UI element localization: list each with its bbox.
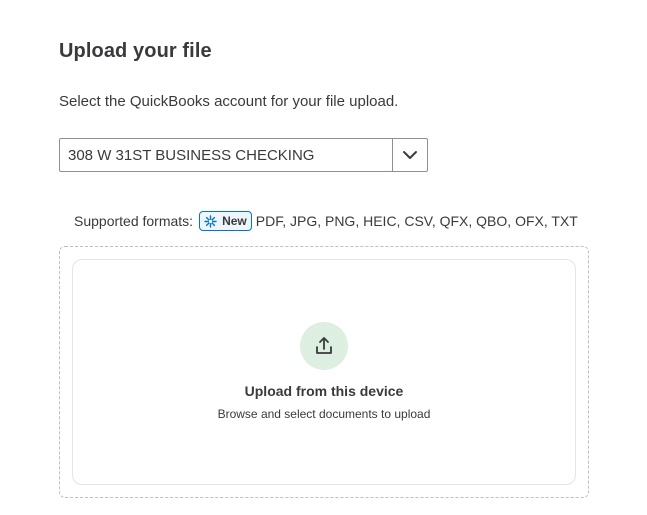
formats-label: Supported formats: [74,213,194,229]
upload-dropzone[interactable]: Upload from this device Browse and selec… [72,259,576,485]
account-select-value: 308 W 31ST BUSINESS CHECKING [68,146,315,164]
page-subtitle: Select the QuickBooks account for your f… [59,93,399,110]
account-select[interactable]: 308 W 31ST BUSINESS CHECKING [59,138,428,172]
page-title: Upload your file [59,40,212,62]
new-badge: New [199,211,252,231]
upload-title[interactable]: Upload from this device [73,383,575,399]
new-badge-label: New [222,214,247,228]
upload-page: Upload your file Select the QuickBooks a… [0,0,647,515]
formats-list: PDF, JPG, PNG, HEIC, CSV, QFX, QBO, OFX,… [255,213,578,229]
upload-icon[interactable] [300,322,348,370]
chevron-down-icon[interactable] [393,139,427,171]
upload-subtitle: Browse and select documents to upload [217,407,431,421]
supported-formats: Supported formats: New PDF, JPG, PNG, HE… [74,211,578,231]
sparkle-icon [204,214,217,228]
